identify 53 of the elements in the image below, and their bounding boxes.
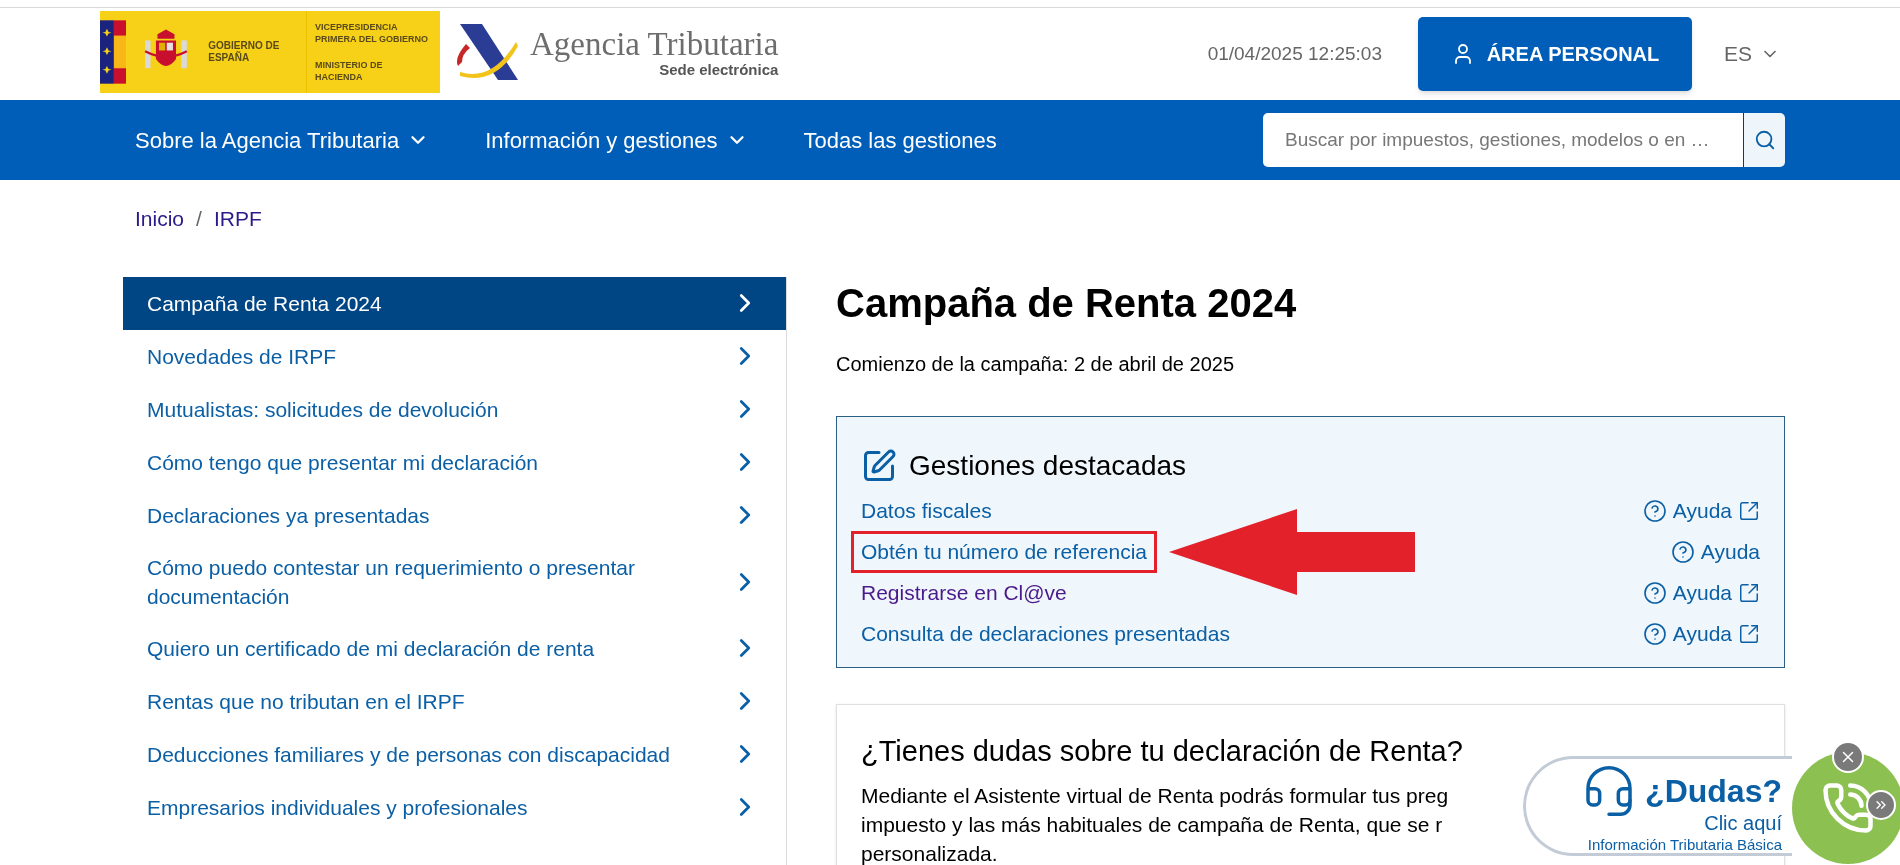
search-button[interactable] — [1743, 113, 1785, 167]
sidebar-item[interactable]: Cómo puedo contestar un requerimiento o presentar documentación — [123, 541, 786, 622]
nav-menu-item[interactable]: Información y gestiones — [485, 123, 748, 157]
featured-link[interactable]: Obtén tu número de referencia — [851, 531, 1157, 573]
paragraph-line: Mediante el Asistente virtual de Renta podrás formular tus preg — [861, 782, 1449, 809]
help-link[interactable]: Ayuda — [1642, 577, 1760, 609]
date-time: 01/04/2025 12:25:03 — [1207, 41, 1382, 66]
sidebar-item[interactable]: Rentas que no tributan en el IRPF — [123, 674, 786, 728]
government-name: GOBIERNO DE ESPAÑA — [208, 40, 281, 64]
agency-name: Agencia Tributaria — [530, 26, 779, 62]
questions-heading: ¿Tienes dudas sobre tu declaración de Renta? — [861, 733, 1464, 769]
campaign-start-text: Comienzo de la campaña: 2 de abril de 2025 — [836, 351, 1236, 377]
featured-link[interactable]: Registrarse en Cl@ve — [861, 577, 1067, 609]
search-field[interactable]: Buscar por impuestos, gestiones, modelos o en … — [1263, 113, 1743, 167]
phone-icon — [1821, 781, 1875, 835]
personal-area-button[interactable]: ÁREA PERSONAL — [1418, 17, 1692, 91]
sidebar-item[interactable]: Declaraciones ya presentadas — [123, 488, 786, 542]
help-widget[interactable]: ¿Dudas? Clic aquí Información Tributaria Básica — [1523, 756, 1792, 856]
featured-link[interactable]: Datos fiscales — [861, 495, 992, 527]
help-icon — [1642, 499, 1667, 523]
breadcrumb-link[interactable]: Inicio — [135, 203, 185, 235]
edit-icon — [861, 447, 897, 484]
paragraph-line: personalizada. — [861, 840, 998, 865]
department-name: VICEPRESIDENCIA PRIMERA DEL GOBIERNO — [315, 21, 429, 45]
help-icon — [1642, 622, 1667, 646]
card-heading: Gestiones destacadas — [909, 448, 1187, 483]
search-icon — [1753, 129, 1776, 151]
help-icon — [1642, 581, 1667, 605]
sidebar-item[interactable]: Campaña de Renta 2024 — [123, 276, 786, 330]
sidebar-item[interactable]: Empresarios individuales y profesionales — [123, 780, 786, 834]
close-widget-button[interactable] — [1832, 741, 1864, 773]
help-link[interactable]: Ayuda — [1670, 536, 1760, 568]
agency-subtitle: Sede electrónica — [659, 62, 779, 78]
featured-link[interactable]: Consulta de declaraciones presentadas — [861, 618, 1230, 650]
sidebar-item[interactable]: Deducciones familiares y de personas con discapacidad — [123, 727, 786, 781]
sidebar-item[interactable]: Quiero un certificado de mi declaración de renta — [123, 621, 786, 675]
ministry-name: MINISTERIO DE HACIENDA — [315, 59, 384, 83]
breadcrumb-separator: / — [196, 206, 202, 232]
nav-menu-item[interactable]: Sobre la Agencia Tributaria — [135, 123, 430, 157]
external-link-icon — [1738, 582, 1760, 604]
page-title: Campaña de Renta 2024 — [836, 279, 1298, 327]
external-link-icon — [1738, 623, 1760, 645]
help-link[interactable]: Ayuda — [1642, 618, 1760, 650]
paragraph-line: impuesto y las más habituales de campaña de Renta, que se r — [861, 811, 1443, 838]
sidebar-item[interactable]: Cómo tengo que presentar mi declaración — [123, 435, 786, 489]
sidebar-item[interactable]: Novedades de IRPF — [123, 329, 786, 383]
breadcrumb-link[interactable]: IRPF — [213, 203, 262, 235]
sidebar-item[interactable]: Mutualistas: solicitudes de devolución — [123, 382, 786, 436]
help-link[interactable]: Ayuda — [1642, 495, 1760, 527]
help-icon — [1670, 540, 1695, 564]
nav-menu-item[interactable]: Todas las gestiones — [803, 123, 997, 157]
external-link-icon — [1738, 500, 1760, 522]
language-selector[interactable]: ES — [1724, 38, 1780, 70]
